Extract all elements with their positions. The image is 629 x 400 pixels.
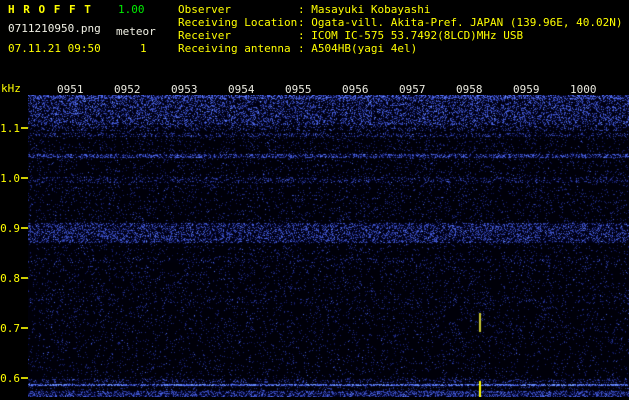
time-axis: 0951 0952 0953 0954 0955 0956 0957 0958 … — [28, 83, 629, 96]
freq-tick — [21, 277, 28, 279]
freq-label: 0.6 — [0, 372, 20, 385]
info-row-observer: Observer : Masayuki Kobayashi — [178, 3, 623, 16]
location-label: Receiving Location — [178, 16, 298, 29]
freq-unit-label: kHz — [1, 82, 21, 95]
observer-value: : Masayuki Kobayashi — [298, 3, 431, 16]
freq-tick — [21, 177, 28, 179]
mode-label: meteor — [116, 25, 156, 38]
receiver-value: : ICOM IC-575 53.7492(8LCD)MHz USB — [298, 29, 524, 42]
freq-tick — [21, 327, 28, 329]
freq-label: 0.8 — [0, 272, 20, 285]
antenna-label: Receiving antenna — [178, 42, 291, 55]
station-info: Observer : Masayuki Kobayashi Receiving L… — [178, 3, 623, 55]
app-title: H R O F F T — [8, 3, 92, 16]
freq-tick — [21, 377, 28, 379]
freq-label: 1.1 — [0, 122, 20, 135]
info-row-receiver: Receiver : ICOM IC-575 53.7492(8LCD)MHz U… — [178, 29, 623, 42]
freq-label: 1.0 — [0, 172, 20, 185]
freq-tick — [21, 127, 28, 129]
location-value: : Ogata-vill. Akita-Pref. JAPAN (139.96E… — [298, 16, 623, 29]
freq-tick — [21, 227, 28, 229]
freq-label: 0.7 — [0, 322, 20, 335]
observation-datetime: 07.11.21 09:50 — [8, 42, 101, 55]
antenna-value: : A504HB(yagi 4el) — [298, 42, 418, 55]
info-row-location: Receiving Location: Ogata-vill. Akita-Pr… — [178, 16, 623, 29]
spectrogram-canvas — [28, 95, 629, 397]
hrofft-output-screen: H R O F F T 1.00 0711210950.png meteor 0… — [0, 0, 629, 400]
frequency-axis: 1.1 1.0 0.9 0.8 0.7 0.6 — [0, 95, 28, 397]
info-row-antenna: Receiving antenna : A504HB(yagi 4el) — [178, 42, 623, 55]
meteor-count: 1 — [140, 42, 147, 55]
receiver-label: Receiver — [178, 29, 231, 42]
observer-label: Observer — [178, 3, 231, 16]
freq-label: 0.9 — [0, 222, 20, 235]
output-filename: 0711210950.png — [8, 22, 101, 35]
app-version: 1.00 — [118, 3, 145, 16]
